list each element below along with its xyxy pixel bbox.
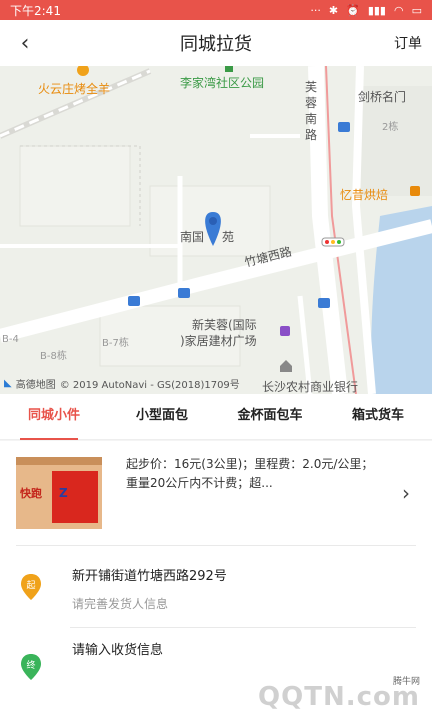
vehicle-image: 快跑 Z xyxy=(16,457,102,529)
status-bar: 下午2:41 ··· ✱ ⏰ ▮▮▮ ◠ ▭ xyxy=(0,0,432,20)
road-label-nan: 南 xyxy=(305,112,318,126)
tab-small-van[interactable]: 小型面包 xyxy=(108,394,216,440)
pickup-pin-icon: 起 xyxy=(21,574,41,600)
signal-icon: ▮▮▮ xyxy=(367,3,386,17)
chevron-right-icon[interactable]: › xyxy=(402,481,410,505)
chevron-left-icon: ‹ xyxy=(20,30,30,56)
map-view[interactable]: 火云庄烤全羊 李家湾社区公园 芙 蓉 南 路 剑桥名门 2栋 忆昔烘焙 南国 苑… xyxy=(0,66,432,394)
map-copyright: ◣ 高德地图 © 2019 AutoNavi - GS(2018)1709号 xyxy=(4,376,240,391)
poi-nanguo-yuan: 苑 xyxy=(222,230,235,244)
building-2: 2栋 xyxy=(382,122,399,133)
pickup-sender-hint: 请完善发货人信息 xyxy=(72,597,169,611)
amap-logo-icon: ◣ xyxy=(4,378,12,389)
svg-text:Z: Z xyxy=(59,486,68,500)
dropoff-hint: 请输入收货信息 xyxy=(72,643,164,658)
tab-box-truck[interactable]: 箱式货车 xyxy=(324,394,432,440)
copyright-text: © 2019 AutoNavi - GS(2018)1709号 xyxy=(59,380,240,391)
dropoff-pin-icon: 终 xyxy=(21,654,41,680)
divider xyxy=(16,545,416,546)
svg-text:起: 起 xyxy=(26,580,35,591)
road-label-furong: 芙 xyxy=(305,80,318,94)
alarm-icon: ⏰ xyxy=(346,3,360,17)
pickup-address[interactable]: 起 新开铺街道竹塘西路292号 请完善发货人信息 xyxy=(0,551,432,627)
poi-changsha-bank: 长沙农村商业银行 xyxy=(262,380,359,394)
wifi-icon: ◠ xyxy=(393,3,404,17)
poi-huoyun: 火云庄烤全羊 xyxy=(38,82,111,96)
watermark: 腾牛网 QQTN.com xyxy=(244,674,424,714)
vehicle-image-text: 快跑 xyxy=(19,486,42,500)
page-title: 同城拉货 xyxy=(180,34,252,55)
poi-nanguo: 南国 xyxy=(180,230,205,244)
watermark-big: QQTN.com xyxy=(258,682,420,712)
road-label-rong: 蓉 xyxy=(305,96,318,110)
building-b7: B-7栋 xyxy=(102,338,129,349)
status-time: 下午2:41 xyxy=(10,3,61,18)
vehicle-tabs: 同城小件 小型面包 金杯面包车 箱式货车 xyxy=(0,394,432,440)
amap-logo-text: 高德地图 xyxy=(15,380,56,391)
orders-link[interactable]: 订单 xyxy=(394,33,422,53)
svg-text:终: 终 xyxy=(26,659,35,671)
back-button[interactable]: ‹ xyxy=(10,28,40,58)
building-b8: B-8栋 xyxy=(40,351,67,362)
poi-lijiawan: 李家湾社区公园 xyxy=(180,76,265,90)
bluetooth-icon: ✱ xyxy=(328,3,339,17)
tab-jinbei-van[interactable]: 金杯面包车 xyxy=(216,394,324,440)
road-label-lu: 路 xyxy=(305,128,318,142)
building-b4: B-4 xyxy=(2,334,19,345)
dots-icon: ··· xyxy=(310,3,321,17)
pickup-address-text: 新开铺街道竹塘西路292号 xyxy=(72,569,227,584)
divider xyxy=(70,627,416,628)
poi-xinfurong-1: 新芙蓉(国际 xyxy=(192,318,257,332)
order-panel: 快跑 Z 起步价：16元(3公里)；里程费：2.0元/公里；重量20公斤内不计费… xyxy=(0,441,432,720)
poi-yixi: 忆昔烘焙 xyxy=(340,188,389,202)
top-navigation: ‹ 同城拉货 订单 xyxy=(0,20,432,66)
vehicle-info-row[interactable]: 快跑 Z 起步价：16元(3公里)；里程费：2.0元/公里；重量20公斤内不计费… xyxy=(0,441,432,545)
poi-jianqiao: 剑桥名门 xyxy=(358,90,407,104)
battery-icon: ▭ xyxy=(411,3,422,17)
poi-xinfurong-2: )家居建材广场 xyxy=(180,334,257,348)
vehicle-price-description: 起步价：16元(3公里)；里程费：2.0元/公里；重量20公斤内不计费；超... xyxy=(126,457,374,490)
status-icons: ··· ✱ ⏰ ▮▮▮ ◠ ▭ xyxy=(310,4,422,17)
tab-same-city-small[interactable]: 同城小件 xyxy=(0,394,108,440)
